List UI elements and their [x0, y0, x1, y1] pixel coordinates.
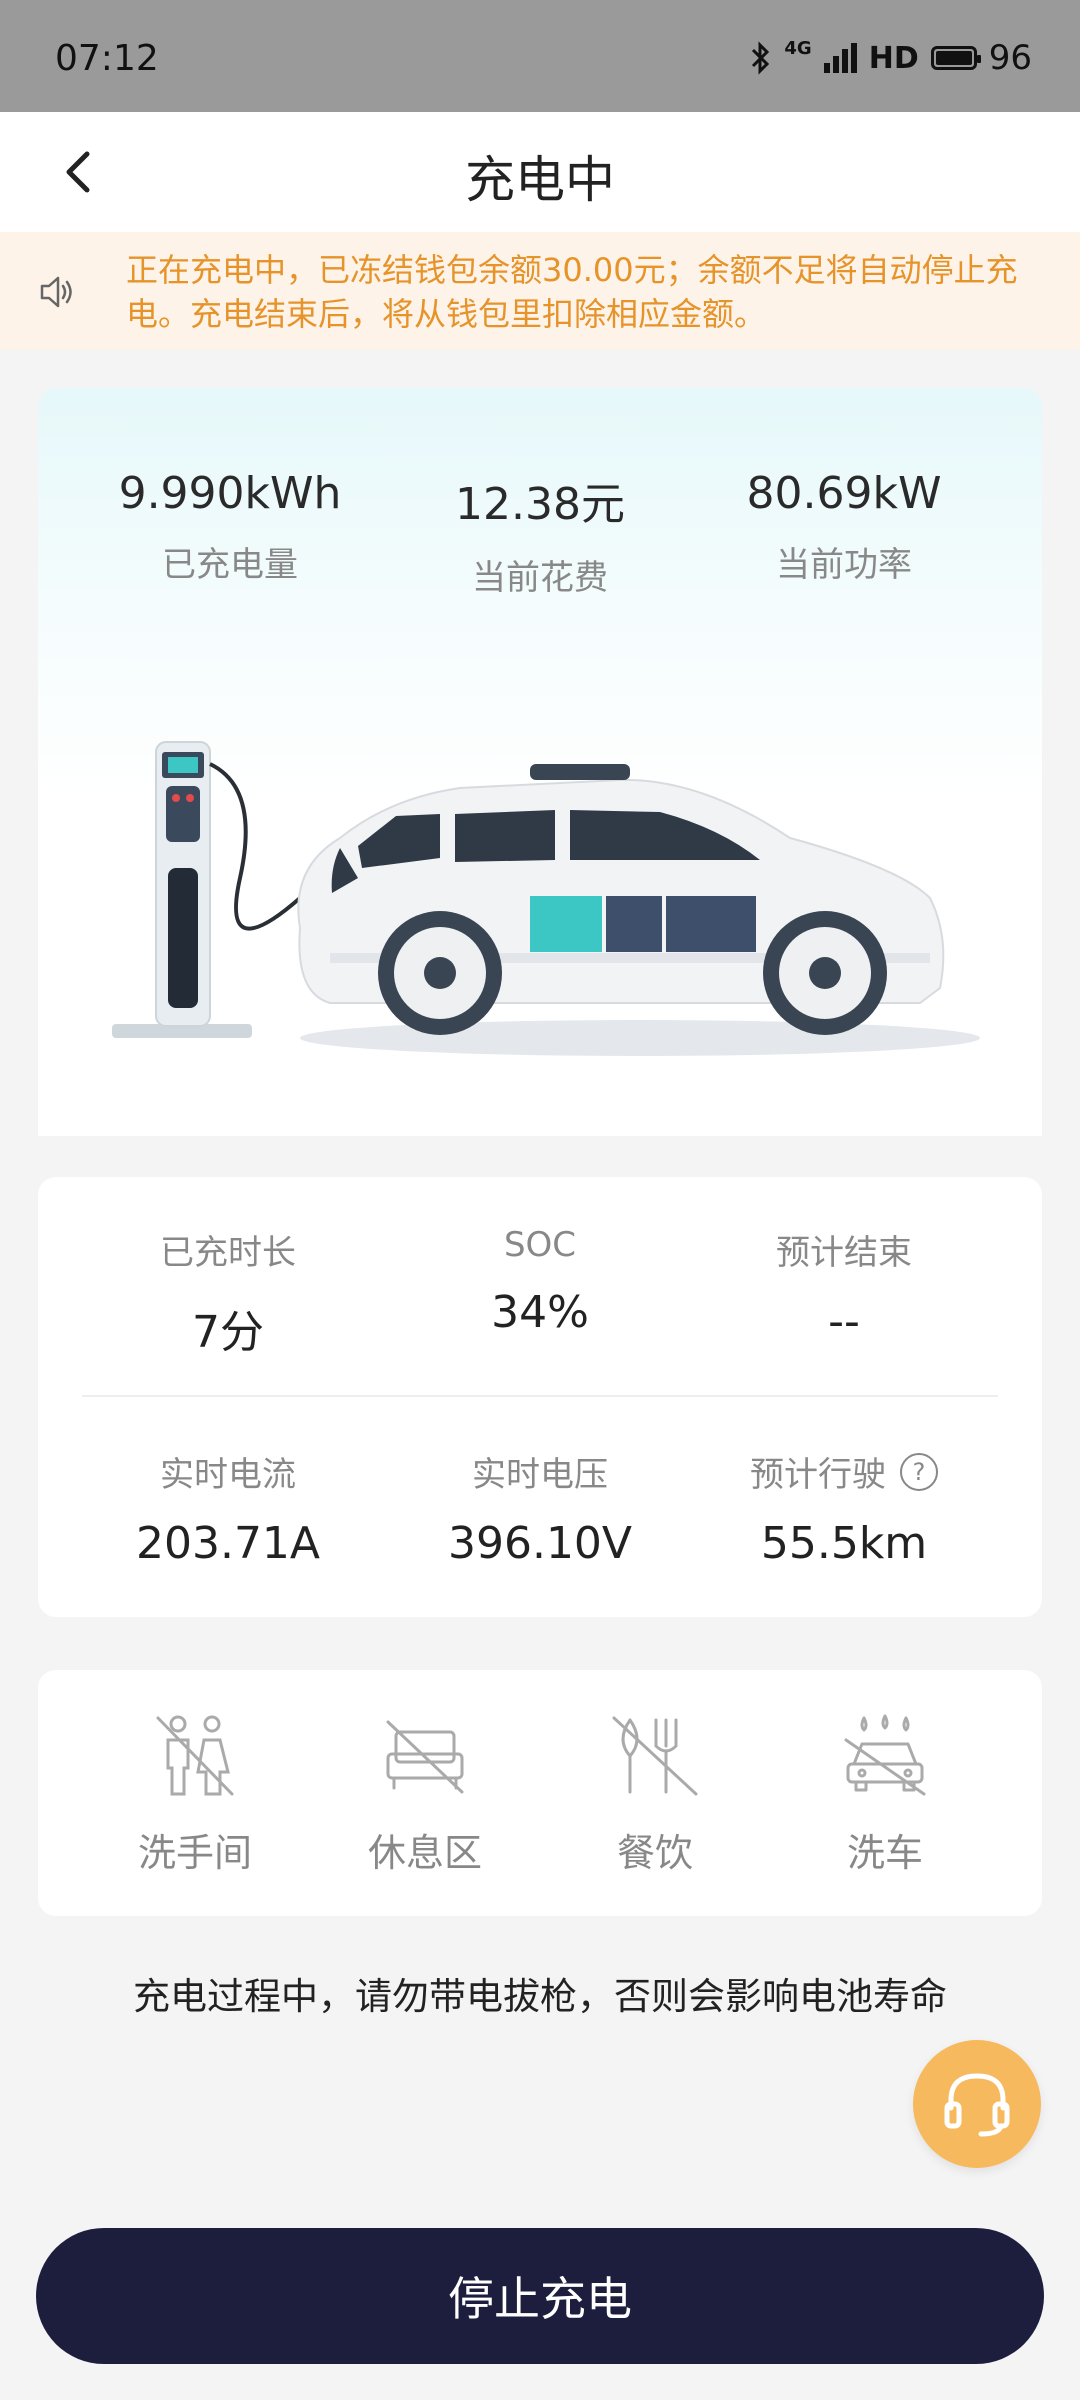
car-icon [297, 764, 945, 1035]
amenity-restroom-label: 洗手间 [137, 1831, 252, 1875]
amenity-lounge[interactable]: 休息区 [330, 1710, 520, 1877]
energy-value: 9.990kWh [118, 468, 342, 519]
voltage-label: 实时电压 [472, 1455, 608, 1495]
headset-icon [944, 2073, 1010, 2137]
range-label: 预计行驶 ? [684, 1447, 1004, 1496]
summary-cost: 12.38元 当前花费 [390, 468, 690, 599]
metric-current: 实时电流 203.71A [68, 1447, 388, 1569]
amenity-dining-label: 餐饮 [616, 1831, 693, 1875]
summary-power: 80.69kW 当前功率 [694, 468, 994, 586]
charging-summary-card: 9.990kWh 已充电量 12.38元 当前花费 80.69kW 当前功率 [38, 388, 1042, 1136]
divider [82, 1395, 998, 1397]
page-title: 充电中 [465, 151, 615, 209]
metric-soc: SOC 34% [380, 1225, 700, 1338]
hd-indicator: HD [868, 40, 919, 76]
metric-range: 预计行驶 ? 55.5km [684, 1447, 1004, 1569]
amenity-car-wash[interactable]: 洗车 [790, 1710, 980, 1877]
car-wash-icon [844, 1714, 926, 1796]
current-value: 203.71A [135, 1518, 321, 1569]
amenity-car-wash-label: 洗车 [846, 1831, 923, 1875]
help-icon[interactable]: ? [900, 1452, 938, 1491]
amenities-card: 洗手间 休息区 餐饮 洗车 [38, 1670, 1042, 1916]
voltage-value: 396.10V [447, 1518, 633, 1569]
cost-value: 12.38元 [455, 479, 625, 530]
charging-metrics-card: 已充时长 7分 SOC 34% 预计结束 -- 实时电流 203.71A 实时电… [38, 1177, 1042, 1617]
nav-bar: 充电中 [0, 112, 1080, 232]
metric-voltage: 实时电压 396.10V [380, 1447, 700, 1569]
amenity-dining[interactable]: 餐饮 [560, 1710, 750, 1877]
amenity-restroom[interactable]: 洗手间 [100, 1710, 290, 1877]
cost-label: 当前花费 [472, 558, 608, 598]
stop-charging-button[interactable]: 停止充电 [36, 2228, 1044, 2364]
metric-duration: 已充时长 7分 [68, 1225, 388, 1360]
soc-value: 34% [491, 1287, 589, 1338]
status-bar: 07:12 4G HD 96 [0, 0, 1080, 112]
ev-charging-illustration [112, 741, 980, 1056]
power-label: 当前功率 [776, 545, 912, 585]
lounge-icon [386, 1720, 464, 1794]
dining-icon [612, 1716, 698, 1796]
estimated-end-label: 预计结束 [776, 1233, 912, 1273]
status-time: 07:12 [55, 38, 159, 79]
duration-label: 已充时长 [160, 1233, 296, 1273]
summary-energy: 9.990kWh 已充电量 [80, 468, 380, 586]
charger-station-icon [112, 741, 302, 1038]
speaker-icon [40, 276, 72, 308]
duration-value: 7分 [192, 1307, 264, 1358]
notice-text: 正在充电中，已冻结钱包余额30.00元；余额不足将自动停止充电。充电结束后，将从… [126, 251, 1018, 333]
estimated-end-value: -- [828, 1296, 860, 1347]
current-label: 实时电流 [160, 1455, 296, 1495]
energy-label: 已充电量 [162, 545, 298, 585]
network-type: 4G [784, 38, 812, 59]
safety-warning: 充电过程中，请勿带电拔枪，否则会影响电池寿命 [133, 1975, 947, 2018]
status-icons: 4G HD 96 [750, 38, 1032, 78]
battery-level: 96 [988, 38, 1032, 78]
battery-icon [930, 46, 981, 70]
bluetooth-icon [752, 41, 770, 75]
amenity-lounge-label: 休息区 [367, 1831, 482, 1875]
notice-banner: 正在充电中，已冻结钱包余额30.00元；余额不足将自动停止充电。充电结束后，将从… [0, 232, 1080, 350]
restroom-icon [156, 1715, 234, 1796]
range-value: 55.5km [760, 1518, 928, 1569]
metric-estimated-end: 预计结束 -- [684, 1225, 1004, 1347]
customer-service-button[interactable] [913, 2040, 1041, 2168]
power-value: 80.69kW [746, 468, 942, 519]
soc-label: SOC [503, 1225, 577, 1265]
signal-icon [823, 43, 857, 73]
